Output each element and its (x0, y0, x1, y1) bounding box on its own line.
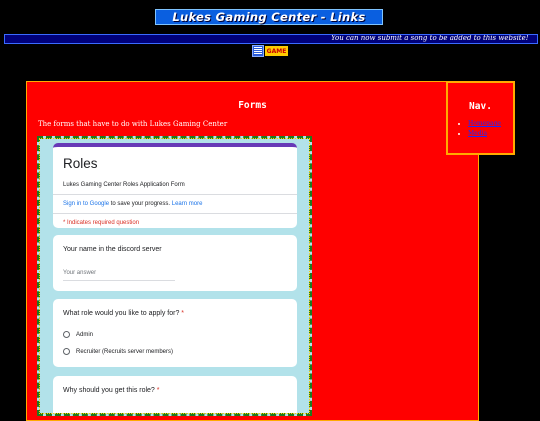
web-badge-icon[interactable] (252, 45, 264, 57)
nav-panel: Nav. Homepage Media (446, 81, 515, 155)
question-text: Why should you get this role? (63, 387, 155, 394)
embedded-form-frame[interactable]: Roles Lukes Gaming Center Roles Applicat… (37, 136, 312, 416)
game-badge-label: GAME (266, 47, 287, 55)
form-title: Roles (63, 156, 98, 171)
radio-option-recruiter[interactable]: Recruiter (Recruits server members) (63, 348, 173, 355)
required-asterisk: * (154, 387, 160, 394)
divider (53, 194, 297, 195)
signin-text: to save your progress. (109, 201, 172, 207)
page-description: The forms that have to do with Lukes Gam… (38, 120, 228, 128)
required-note: * Indicates required question (63, 220, 140, 226)
radio-label: Admin (76, 331, 94, 338)
marquee-text: You can now submit a song to be added to… (331, 34, 529, 42)
badge-row: GAME (252, 45, 289, 57)
nav-item: Media (468, 130, 501, 138)
signin-notice: Sign in to Google to save your progress.… (63, 201, 202, 207)
radio-circle-icon[interactable] (63, 348, 70, 355)
question-label: Your name in the discord server (63, 246, 162, 253)
signin-link[interactable]: Sign in to Google (63, 201, 109, 207)
question-card-role: What role would you like to apply for? *… (53, 299, 297, 367)
required-asterisk: * (179, 310, 185, 317)
page-heading: Forms (238, 100, 267, 111)
form-subtitle: Lukes Gaming Center Roles Application Fo… (63, 182, 185, 188)
form-header-card: Roles Lukes Gaming Center Roles Applicat… (53, 143, 297, 228)
question-card-name: Your name in the discord server Your ans… (53, 235, 297, 291)
nav-link-homepage[interactable]: Homepage (468, 120, 501, 127)
radio-option-admin[interactable]: Admin (63, 331, 93, 338)
nav-link-media[interactable]: Media (468, 130, 487, 137)
nav-list: Homepage Media (468, 120, 501, 140)
question-label: Why should you get this role? * (63, 387, 160, 394)
question-text: What role would you like to apply for? (63, 310, 180, 317)
banner-title: Lukes Gaming Center - Links (172, 10, 366, 24)
announcement-marquee: You can now submit a song to be added to… (4, 34, 538, 44)
radio-circle-icon[interactable] (63, 331, 70, 338)
game-badge-icon[interactable]: GAME (264, 45, 289, 57)
radio-label: Recruiter (Recruits server members) (76, 348, 174, 355)
nav-item: Homepage (468, 120, 501, 128)
question-label: What role would you like to apply for? * (63, 310, 184, 317)
learn-more-link[interactable]: Learn more (172, 201, 203, 207)
nav-heading: Nav. (469, 101, 492, 112)
site-banner: Lukes Gaming Center - Links (155, 9, 383, 25)
name-answer-input[interactable]: Your answer (63, 269, 175, 281)
question-card-reason: Why should you get this role? * (53, 376, 297, 413)
divider (53, 213, 297, 214)
